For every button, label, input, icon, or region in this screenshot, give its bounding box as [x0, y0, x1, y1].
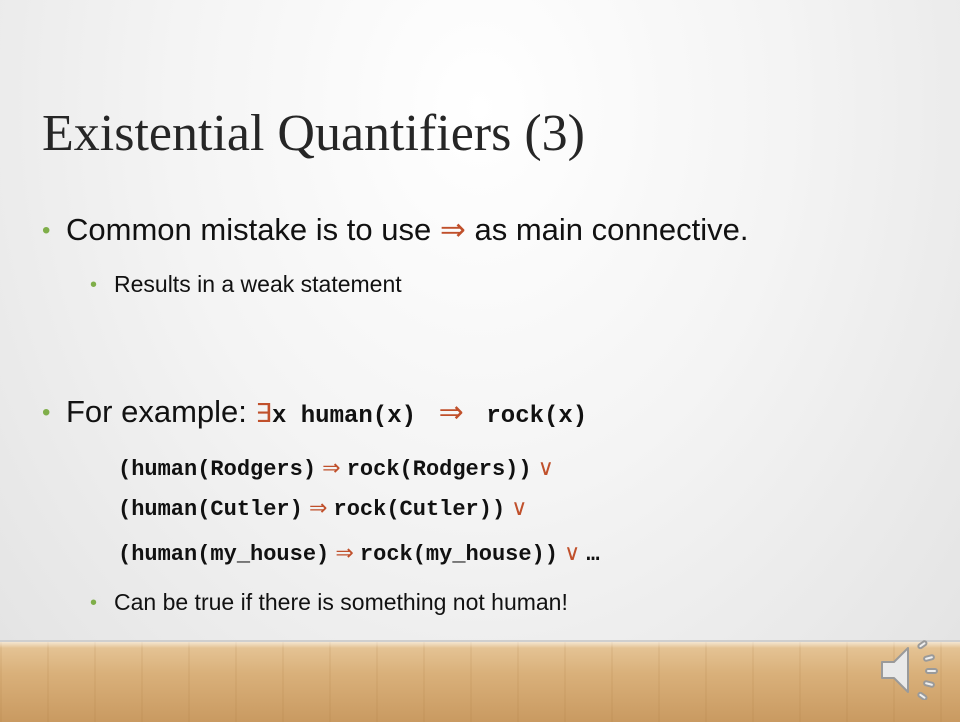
bullet-dot: • [42, 217, 51, 244]
or-symbol: ∨ [537, 456, 554, 481]
implies-symbol: ⇒ [322, 456, 341, 481]
or-symbol: ∨ [511, 496, 528, 521]
exists-symbol: ∃ [255, 399, 272, 429]
implies-symbol: ⇒ [308, 496, 328, 521]
example-rhs: rock(my_house)) [359, 542, 558, 567]
example-line-my-house: (human(my_house) ⇒ rock(my_house)) ∨ … [118, 540, 600, 567]
sub-bullet-weak-statement: • Results in a weak statement [90, 271, 402, 298]
example-line-cutler: (human(Cutler) ⇒ rock(Cutler)) ∨ [118, 495, 527, 522]
bullet-for-example: • For example: ∃x human(x) ⇒ rock(x) [42, 394, 587, 430]
sub-bullet-can-be-true: • Can be true if there is something not h… [90, 589, 568, 616]
or-symbol: ∨ [564, 541, 581, 566]
slide-title: Existential Quantifiers (3) [42, 105, 585, 162]
implies-symbol: ⇒ [335, 541, 354, 566]
bullet-text: For example: [66, 394, 247, 429]
slide: Existential Quantifiers (3) • Common mist… [0, 0, 960, 722]
wood-floor [0, 640, 960, 722]
sub-bullet-text: Results in a weak statement [114, 271, 402, 297]
example-rhs: rock(Rodgers)) [346, 457, 532, 482]
bullet-text: as main connective. [474, 212, 749, 247]
bullet-dot: • [42, 399, 51, 426]
bullet-dot: • [90, 274, 98, 296]
sub-bullet-text: Can be true if there is something not hu… [114, 589, 568, 615]
example-lhs: (human(Rodgers) [118, 457, 317, 482]
implies-symbol: ⇒ [438, 395, 464, 430]
ellipsis: … [586, 542, 600, 567]
formula-consequent: rock(x) [486, 403, 588, 430]
formula-antecedent: x human(x) [271, 403, 416, 430]
bullet-dot: • [90, 592, 98, 614]
example-lhs: (human(my_house) [118, 542, 330, 567]
example-rhs: rock(Cutler)) [333, 497, 506, 522]
example-line-rodgers: (human(Rodgers) ⇒ rock(Rodgers)) ∨ [118, 455, 554, 482]
example-lhs: (human(Cutler) [118, 497, 303, 522]
speaker-icon[interactable] [878, 640, 942, 700]
bullet-common-mistake: • Common mistake is to use ⇒ as main conn… [42, 212, 748, 248]
implies-symbol: ⇒ [439, 212, 466, 247]
bullet-text: Common mistake is to use [66, 212, 432, 247]
